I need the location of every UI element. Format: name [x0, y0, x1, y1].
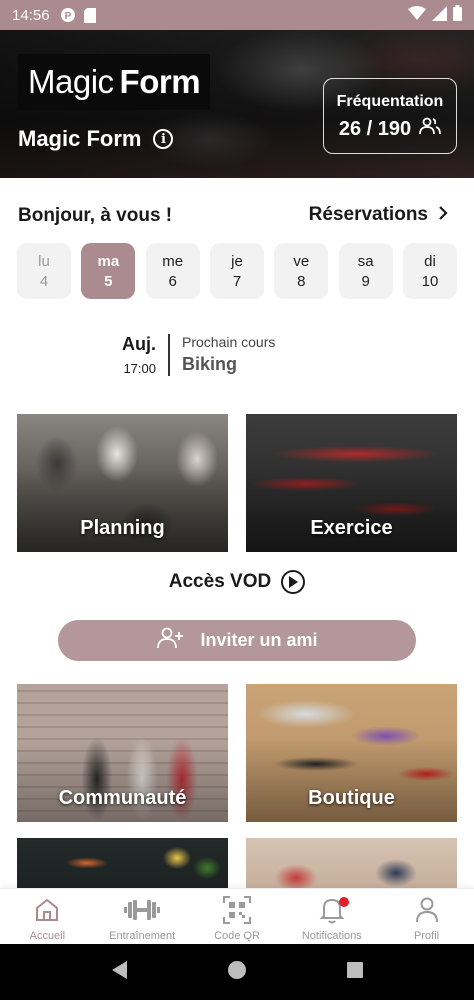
- day-button-ma[interactable]: ma 5: [81, 243, 136, 299]
- bell-icon: [319, 894, 349, 926]
- vod-access-link[interactable]: Accès VOD: [0, 570, 474, 594]
- day-button-ve[interactable]: ve 8: [274, 243, 329, 299]
- planning-tile[interactable]: Planning: [17, 414, 228, 552]
- exercice-tile-label: Exercice: [310, 517, 393, 539]
- hero-banner: Magic Form Magic Form i Fréquentation 26 …: [0, 30, 474, 178]
- recents-icon[interactable]: [346, 961, 364, 984]
- nav-training[interactable]: Entraînement: [95, 889, 190, 944]
- planning-tile-label: Planning: [80, 517, 165, 539]
- nav-home-label: Accueil: [29, 930, 66, 942]
- signal-icon: [432, 5, 447, 25]
- nav-home[interactable]: Accueil: [0, 889, 95, 944]
- exercice-tile[interactable]: Exercice: [246, 414, 457, 552]
- status-bar: 14:56 P: [0, 0, 474, 30]
- next-class-course: Biking: [182, 354, 238, 374]
- nav-profile-label: Profil: [414, 930, 440, 942]
- community-tile[interactable]: Communauté: [17, 684, 228, 822]
- greeting: Bonjour, à vous !: [18, 205, 173, 226]
- reservations-label: Réservations: [308, 204, 428, 225]
- nav-notifications[interactable]: Notifications: [284, 889, 379, 944]
- home-circle-icon[interactable]: [227, 960, 247, 985]
- shop-tile-label: Boutique: [308, 787, 395, 809]
- next-class-time: 17:00: [123, 361, 156, 376]
- day-button-lu[interactable]: lu 4: [17, 243, 71, 299]
- nav-profile[interactable]: Profil: [379, 889, 474, 944]
- play-icon: [281, 570, 306, 594]
- community-tile-label: Communauté: [58, 787, 187, 809]
- invite-friend-button[interactable]: Inviter un ami: [58, 620, 416, 661]
- back-icon[interactable]: [110, 960, 128, 985]
- shop-tile[interactable]: Boutique: [246, 684, 457, 822]
- wifi-icon: [408, 6, 426, 24]
- sd-card-icon: [83, 7, 96, 23]
- svg-text:P: P: [64, 11, 71, 22]
- qr-code-icon: [222, 894, 251, 926]
- next-class-card[interactable]: Auj. 17:00 Prochain cours Biking: [122, 334, 275, 376]
- day-button-sa[interactable]: sa 9: [338, 243, 393, 299]
- nav-training-label: Entraînement: [109, 930, 176, 942]
- nav-qr-code[interactable]: Code QR: [190, 889, 285, 944]
- nav-notifications-label: Notifications: [301, 930, 362, 942]
- attendance-label: Fréquentation: [336, 93, 444, 110]
- gym-name: Magic Form i: [18, 126, 174, 152]
- user-icon: [415, 894, 439, 926]
- gym-name-text: Magic Form: [18, 126, 142, 151]
- notification-badge: [338, 897, 349, 907]
- status-time: 14:56: [12, 6, 50, 24]
- day-button-di[interactable]: di 10: [402, 243, 457, 299]
- reservations-link[interactable]: Réservations: [309, 204, 448, 226]
- day-selector: lu 4 ma 5 me 6 je 7 ve 8 sa 9 di 10: [17, 243, 457, 299]
- nav-qr-code-label: Code QR: [214, 930, 260, 942]
- vod-label: Accès VOD: [168, 571, 272, 592]
- attendance-box[interactable]: Fréquentation 26 / 190: [323, 78, 457, 154]
- next-class-label: Prochain cours: [182, 334, 276, 350]
- day-button-me[interactable]: me 6: [145, 243, 200, 299]
- attendance-value: 26 / 190: [338, 117, 412, 140]
- add-user-icon: [156, 627, 184, 654]
- info-icon[interactable]: i: [153, 129, 174, 149]
- home-icon: [34, 894, 60, 926]
- battery-icon: [453, 5, 462, 25]
- brand-logo: Magic Form: [18, 54, 210, 110]
- invite-label: Inviter un ami: [200, 630, 318, 650]
- chevron-right-icon: [438, 204, 448, 226]
- users-icon: [419, 117, 442, 141]
- dumbbell-icon: [124, 894, 161, 926]
- bottom-navigation: Accueil Entraînement Code QR Notificatio…: [0, 888, 474, 944]
- day-button-je[interactable]: je 7: [209, 243, 264, 299]
- next-class-day: Auj.: [122, 334, 156, 354]
- p-circle-icon: P: [60, 7, 76, 23]
- system-navigation-bar: [0, 944, 474, 1000]
